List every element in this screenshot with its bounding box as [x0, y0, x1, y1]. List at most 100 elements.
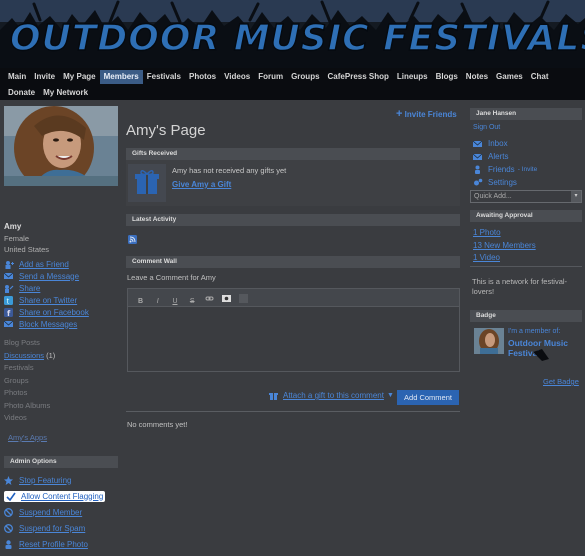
bold-button[interactable]: B [136, 297, 145, 306]
share-label[interactable]: Share [19, 284, 40, 293]
svg-text:t: t [7, 297, 10, 305]
comment-wall-header: Comment Wall [126, 256, 460, 268]
share-facebook-label[interactable]: Share on Facebook [19, 308, 89, 317]
reset-photo-label[interactable]: Reset Profile Photo [19, 540, 88, 549]
comment-editor[interactable]: B I U S [127, 288, 460, 372]
nav-item-donate[interactable]: Donate [4, 86, 39, 100]
awaiting-members-link[interactable]: 13 New Members [473, 241, 536, 250]
inbox-link[interactable]: Inbox [473, 137, 537, 150]
badge-header: Badge [470, 310, 582, 322]
page-title: Amy's Page [126, 122, 206, 139]
profile-photo[interactable] [4, 106, 118, 186]
friends-invite-link[interactable]: - Invite [518, 166, 538, 173]
stop-featuring-label[interactable]: Stop Featuring [19, 476, 71, 485]
nav-item-notes[interactable]: Notes [462, 70, 492, 84]
suspend-spam-label[interactable]: Suspend for Spam [19, 524, 85, 533]
suspend-spam-link[interactable]: Suspend for Spam [4, 520, 105, 536]
site-logo[interactable]: OUTDOOR MUSIC FESTIVALS [9, 17, 585, 59]
nav-item-main[interactable]: Main [4, 70, 30, 84]
underline-button[interactable]: U [170, 297, 179, 306]
block-messages-link[interactable]: Block Messages [4, 318, 89, 330]
suspend-member-link[interactable]: Suspend Member [4, 504, 105, 520]
videos-link[interactable]: Videos [4, 413, 55, 426]
profile-location: United States [4, 245, 50, 254]
awaiting-video-link[interactable]: 1 Video [473, 253, 500, 262]
nav-item-groups[interactable]: Groups [287, 70, 323, 84]
photo-albums-link[interactable]: Photo Albums [4, 401, 55, 414]
profile-sections: Blog Posts Discussions (1) Festivals Gro… [4, 338, 55, 426]
strikethrough-button[interactable]: S [188, 297, 197, 306]
share-facebook-link[interactable]: f Share on Facebook [4, 306, 89, 318]
prohibited-icon [4, 507, 14, 517]
network-description: This is a network for festival-lovers! [472, 277, 568, 296]
add-friend-icon [4, 260, 14, 269]
badge-photo [474, 328, 504, 354]
send-message-link[interactable]: Send a Message [4, 270, 89, 282]
block-messages-label[interactable]: Block Messages [19, 320, 77, 329]
add-comment-button[interactable]: Add Comment [397, 390, 459, 405]
image-icon [222, 295, 232, 302]
nav-item-cafepress-shop[interactable]: CafePress Shop [324, 70, 393, 84]
nav-item-blogs[interactable]: Blogs [432, 70, 462, 84]
alert-icon [473, 152, 483, 161]
media-button[interactable] [222, 294, 232, 303]
stop-featuring-link[interactable]: Stop Featuring [4, 472, 105, 488]
dropdown-arrow-icon: ▼ [386, 392, 394, 399]
share-icon [4, 284, 14, 293]
alerts-link[interactable]: Alerts [473, 150, 537, 163]
link-button[interactable] [205, 294, 214, 303]
user-panel-header: Jane Hansen [470, 108, 582, 120]
html-button[interactable] [239, 294, 249, 303]
add-friend-label[interactable]: Add as Friend [19, 260, 69, 269]
user-menu: Inbox Alerts Friends - Invite Settings [473, 137, 537, 189]
attach-gift-link[interactable]: Attach a gift to this comment ▼ [268, 391, 394, 400]
photos-link[interactable]: Photos [4, 388, 55, 401]
nav-item-members[interactable]: Members [99, 70, 143, 84]
no-comments-text: No comments yet! [127, 420, 188, 429]
italic-button[interactable]: I [153, 297, 162, 306]
suspend-member-label[interactable]: Suspend Member [19, 508, 82, 517]
gift-icon [268, 391, 278, 400]
attach-gift-label: Attach a gift to this comment [283, 391, 384, 400]
nav-item-lineups[interactable]: Lineups [393, 70, 432, 84]
get-badge-link[interactable]: Get Badge [543, 377, 579, 386]
apps-link[interactable]: Amy's Apps [8, 433, 47, 442]
friends-link[interactable]: Friends - Invite [473, 163, 537, 176]
give-gift-link[interactable]: Give Amy a Gift [172, 180, 231, 189]
allow-flagging-label[interactable]: Allow Content Flagging [21, 492, 103, 501]
rss-feed-icon[interactable] [128, 235, 137, 246]
invite-friends-link[interactable]: + Invite Friends [396, 108, 457, 120]
settings-link[interactable]: Settings [473, 176, 537, 189]
apps-link-wrap: Amy's Apps [8, 433, 47, 446]
comments-divider [126, 411, 460, 412]
allow-flagging-highlight: Allow Content Flagging [4, 490, 106, 502]
awaiting-photo-link[interactable]: 1 Photo [473, 228, 501, 237]
share-twitter-link[interactable]: t Share on Twitter [4, 294, 89, 306]
quick-add-select[interactable]: Quick Add... ▾ [470, 190, 582, 203]
share-link[interactable]: Share [4, 282, 89, 294]
admin-options: Stop Featuring Allow Content Flagging Su… [4, 472, 106, 552]
nav-item-forum[interactable]: Forum [254, 70, 287, 84]
send-message-label[interactable]: Send a Message [19, 272, 79, 281]
nav-item-my-page[interactable]: My Page [59, 70, 99, 84]
blog-posts-link[interactable]: Blog Posts [4, 338, 55, 351]
festivals-link[interactable]: Festivals [4, 363, 55, 376]
sign-out-link[interactable]: Sign Out [473, 124, 500, 131]
reset-photo-link[interactable]: Reset Profile Photo [4, 536, 105, 552]
groups-link[interactable]: Groups [4, 376, 55, 389]
star-icon [4, 475, 14, 485]
nav-item-my-network[interactable]: My Network [39, 86, 92, 100]
share-twitter-label[interactable]: Share on Twitter [19, 296, 77, 305]
checkmark-icon [6, 492, 16, 501]
nav-item-festivals[interactable]: Festivals [143, 70, 185, 84]
nav-item-videos[interactable]: Videos [220, 70, 254, 84]
badge-member-text: I'm a member of: [508, 328, 561, 335]
nav-item-games[interactable]: Games [492, 70, 527, 84]
allow-flagging-link[interactable]: Allow Content Flagging [4, 488, 106, 504]
nav-item-invite[interactable]: Invite [30, 70, 59, 84]
member-badge[interactable]: I'm a member of: Outdoor Music Festivals [474, 326, 578, 368]
nav-item-photos[interactable]: Photos [185, 70, 220, 84]
discussions-link[interactable]: Discussions [4, 351, 44, 360]
nav-item-chat[interactable]: Chat [527, 70, 553, 84]
add-friend-link[interactable]: Add as Friend [4, 258, 89, 270]
